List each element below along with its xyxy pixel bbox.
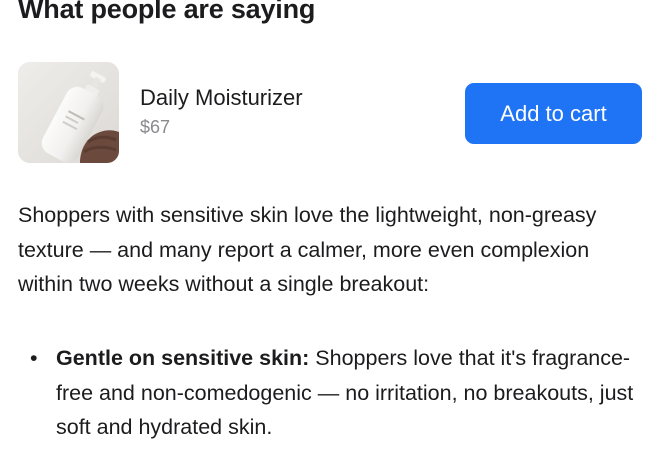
highlight-item: • Gentle on sensitive skin: Shoppers love…: [18, 341, 648, 445]
product-info: Daily Moisturizer $67: [140, 84, 303, 138]
product-name[interactable]: Daily Moisturizer: [140, 84, 303, 112]
highlight-title: Gentle on sensitive skin:: [56, 346, 310, 370]
add-to-cart-button[interactable]: Add to cart: [465, 83, 642, 144]
highlights-list: • Gentle on sensitive skin: Shoppers love…: [18, 341, 648, 445]
product-image[interactable]: [18, 62, 119, 163]
moisturizer-bottle-icon: [18, 62, 119, 163]
product-price: $67: [140, 117, 171, 137]
bullet-icon: •: [30, 346, 38, 370]
section-heading: What people are saying: [18, 0, 316, 24]
reviews-summary-panel: What people are saying Daily Moisturizer…: [0, 0, 672, 470]
review-summary-text: Shoppers with sensitive skin love the li…: [18, 203, 597, 296]
product-card: Daily Moisturizer $67 Add to cart: [18, 62, 642, 166]
